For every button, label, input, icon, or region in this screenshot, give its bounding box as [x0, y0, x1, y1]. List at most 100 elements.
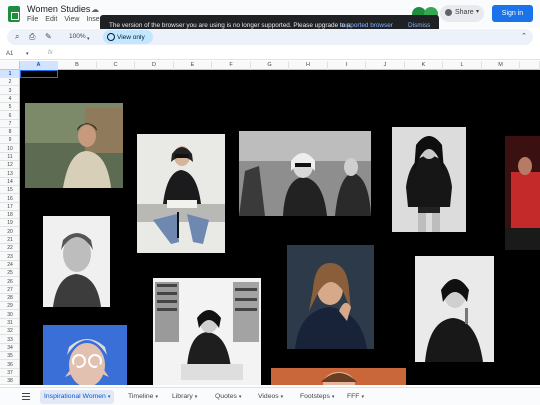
portrait-image[interactable] — [392, 127, 466, 232]
row-header[interactable]: 29 — [0, 302, 19, 311]
name-box[interactable]: A1 — [6, 51, 13, 57]
column-header-partial[interactable] — [520, 61, 540, 70]
sheet-tab-label: Library — [172, 393, 193, 400]
column-header[interactable]: I — [328, 61, 366, 70]
portrait-image[interactable] — [43, 325, 127, 385]
row-header[interactable]: 22 — [0, 244, 19, 253]
sheet-tab[interactable]: FFF ▾ — [343, 390, 368, 404]
dismiss-button[interactable]: Dismiss — [408, 22, 430, 29]
row-header[interactable]: 31 — [0, 319, 19, 327]
chevron-down-icon: ▾ — [194, 394, 198, 400]
row-header[interactable]: 35 — [0, 352, 19, 361]
sheet-tab-label: Timeline — [128, 393, 154, 400]
chevron-down-icon[interactable]: ▾ — [26, 51, 29, 57]
portrait-image[interactable] — [505, 136, 540, 250]
column-header[interactable]: J — [366, 61, 405, 70]
portrait-image[interactable] — [153, 278, 261, 385]
column-header[interactable]: E — [174, 61, 212, 70]
menu-file[interactable]: File — [27, 16, 38, 23]
select-all-corner[interactable] — [0, 61, 20, 70]
row-header[interactable]: 24 — [0, 261, 19, 269]
sheets-logo-icon[interactable] — [8, 6, 20, 22]
row-header[interactable]: 33 — [0, 336, 19, 344]
sheet-tab[interactable]: Footsteps ▾ — [296, 390, 338, 404]
column-header[interactable]: B — [58, 61, 97, 70]
row-header[interactable]: 18 — [0, 211, 19, 220]
all-sheets-menu-icon[interactable] — [22, 393, 30, 400]
row-header[interactable]: 34 — [0, 344, 19, 352]
column-header[interactable]: G — [251, 61, 289, 70]
row-header[interactable]: 23 — [0, 253, 19, 261]
supported-browser-link[interactable]: supported browser — [340, 22, 393, 29]
row-header[interactable]: 37 — [0, 369, 19, 377]
row-header[interactable]: 17 — [0, 203, 19, 211]
print-icon[interactable]: ⎙ — [29, 32, 35, 42]
row-header[interactable]: 30 — [0, 311, 19, 319]
sheet-tab-label: Quotes — [215, 393, 237, 400]
chevron-down-icon[interactable]: ▾ — [87, 34, 90, 44]
row-header[interactable]: 4 — [0, 95, 19, 103]
sheet-tab[interactable]: Library ▾ — [168, 390, 201, 404]
share-button[interactable]: Share ▾ — [440, 5, 484, 22]
portrait-image[interactable] — [25, 103, 123, 188]
row-header[interactable]: 28 — [0, 294, 19, 303]
portrait-image[interactable] — [271, 368, 406, 385]
row-header[interactable]: 32 — [0, 327, 19, 336]
row-header[interactable]: 11 — [0, 153, 19, 161]
column-header[interactable]: A — [20, 61, 58, 70]
search-icon[interactable]: ⌕ — [15, 32, 19, 42]
view-only-badge[interactable]: View only — [103, 30, 153, 44]
portrait-image[interactable] — [137, 134, 225, 253]
portrait-image[interactable] — [287, 245, 374, 349]
row-header[interactable]: 19 — [0, 219, 19, 228]
column-header[interactable]: H — [289, 61, 328, 70]
cloud-status-icon[interactable]: ☁ — [91, 5, 99, 14]
paint-format-icon[interactable]: ✎ — [45, 32, 52, 42]
row-header[interactable]: 6 — [0, 112, 19, 120]
row-header[interactable]: 3 — [0, 87, 19, 95]
row-header[interactable]: 1 — [0, 70, 19, 78]
column-header[interactable]: D — [135, 61, 174, 70]
row-header[interactable]: 26 — [0, 278, 19, 286]
sheet-tab[interactable]: Timeline ▾ — [124, 390, 162, 404]
menu-view[interactable]: View — [64, 16, 79, 23]
zoom-select[interactable]: 100% — [69, 33, 86, 40]
row-header[interactable]: 21 — [0, 236, 19, 244]
row-header[interactable]: 8 — [0, 128, 19, 137]
sheet-tab[interactable]: Inspirational Women ▾ — [40, 390, 115, 404]
row-header[interactable]: 38 — [0, 377, 19, 385]
row-header[interactable]: 36 — [0, 361, 19, 369]
column-header[interactable]: C — [97, 61, 135, 70]
view-only-label: View only — [117, 34, 145, 41]
column-header[interactable]: F — [212, 61, 251, 70]
row-header[interactable]: 27 — [0, 286, 19, 294]
row-header[interactable]: 9 — [0, 136, 19, 145]
sheet-tab[interactable]: Videos ▾ — [254, 390, 287, 404]
row-header[interactable]: 5 — [0, 103, 19, 112]
row-header[interactable]: 13 — [0, 170, 19, 178]
sheet-tab-label: FFF — [347, 393, 360, 400]
selected-cell[interactable] — [20, 70, 58, 78]
sheet-grid[interactable] — [20, 70, 540, 385]
portrait-image[interactable] — [239, 131, 371, 216]
document-title[interactable]: Women Studies — [27, 4, 90, 14]
portrait-image[interactable] — [43, 216, 110, 307]
row-header[interactable]: 2 — [0, 78, 19, 87]
chevron-up-icon[interactable]: ⌃ — [521, 32, 527, 40]
column-header[interactable]: K — [405, 61, 443, 70]
menu-edit[interactable]: Edit — [45, 16, 57, 23]
row-header[interactable]: 10 — [0, 145, 19, 153]
column-header[interactable]: M — [482, 61, 520, 70]
row-header[interactable]: 16 — [0, 195, 19, 203]
sign-in-button[interactable]: Sign in — [492, 5, 533, 22]
portrait-image[interactable] — [415, 256, 494, 362]
row-header[interactable]: 12 — [0, 161, 19, 170]
row-header[interactable]: 25 — [0, 269, 19, 278]
row-header[interactable]: 7 — [0, 120, 19, 128]
row-header[interactable]: 20 — [0, 228, 19, 236]
column-header[interactable]: L — [443, 61, 482, 70]
row-header[interactable]: 14 — [0, 178, 19, 186]
sheet-tab-bar: Inspirational Women ▾ Timeline ▾ Library ▾ … — [0, 387, 540, 405]
sheet-tab[interactable]: Quotes ▾ — [211, 390, 245, 404]
row-header[interactable]: 15 — [0, 186, 19, 195]
